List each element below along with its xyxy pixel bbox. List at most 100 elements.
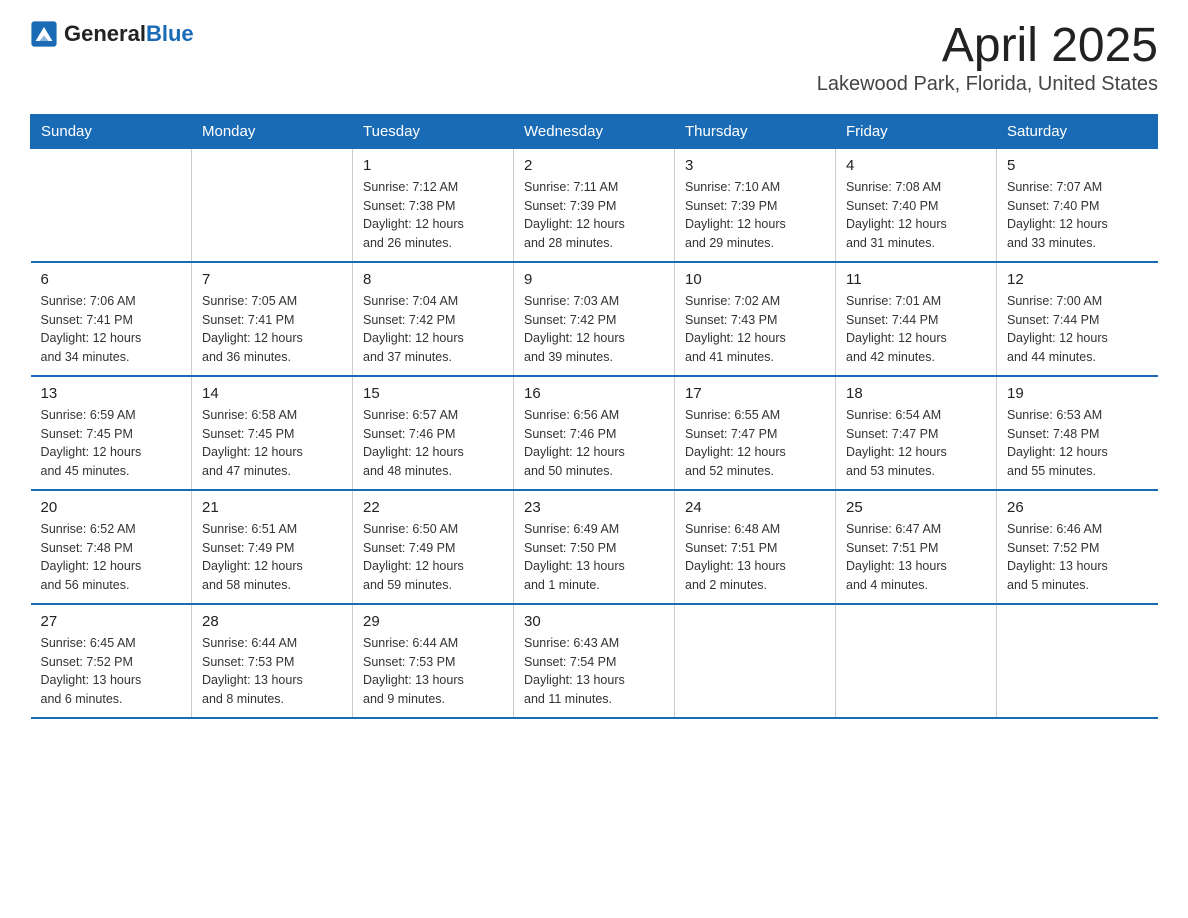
- calendar-cell: 29 Sunrise: 6:44 AM Sunset: 7:53 PM Dayli…: [353, 604, 514, 718]
- calendar-cell: 4 Sunrise: 7:08 AM Sunset: 7:40 PM Daylig…: [836, 148, 997, 262]
- calendar-cell: [31, 148, 192, 262]
- day-info: Sunrise: 6:46 AM Sunset: 7:52 PM Dayligh…: [1007, 520, 1148, 595]
- day-number: 11: [846, 271, 986, 288]
- day-number: 24: [685, 499, 825, 516]
- day-info: Sunrise: 6:52 AM Sunset: 7:48 PM Dayligh…: [41, 520, 182, 595]
- day-info: Sunrise: 6:58 AM Sunset: 7:45 PM Dayligh…: [202, 406, 342, 481]
- calendar-week-row: 6 Sunrise: 7:06 AM Sunset: 7:41 PM Daylig…: [31, 262, 1158, 376]
- day-number: 4: [846, 157, 986, 174]
- calendar-cell: 16Sunrise: 6:56 AM Sunset: 7:46 PM Dayli…: [514, 376, 675, 490]
- calendar-cell: 20 Sunrise: 6:52 AM Sunset: 7:48 PM Dayli…: [31, 490, 192, 604]
- calendar-cell: 17 Sunrise: 6:55 AM Sunset: 7:47 PM Dayli…: [675, 376, 836, 490]
- day-number: 9: [524, 271, 664, 288]
- day-number: 3: [685, 157, 825, 174]
- calendar-cell: 24 Sunrise: 6:48 AM Sunset: 7:51 PM Dayli…: [675, 490, 836, 604]
- calendar-week-row: 27Sunrise: 6:45 AM Sunset: 7:52 PM Dayli…: [31, 604, 1158, 718]
- day-info: Sunrise: 7:08 AM Sunset: 7:40 PM Dayligh…: [846, 178, 986, 253]
- calendar-cell: 27Sunrise: 6:45 AM Sunset: 7:52 PM Dayli…: [31, 604, 192, 718]
- page-title: April 2025: [817, 20, 1158, 73]
- weekday-header-friday: Friday: [836, 114, 997, 148]
- calendar-table: SundayMondayTuesdayWednesdayThursdayFrid…: [30, 114, 1158, 719]
- calendar-cell: 3 Sunrise: 7:10 AM Sunset: 7:39 PM Daylig…: [675, 148, 836, 262]
- calendar-cell: 9 Sunrise: 7:03 AM Sunset: 7:42 PM Daylig…: [514, 262, 675, 376]
- day-number: 26: [1007, 499, 1148, 516]
- calendar-cell: 26 Sunrise: 6:46 AM Sunset: 7:52 PM Dayli…: [997, 490, 1158, 604]
- day-info: Sunrise: 7:12 AM Sunset: 7:38 PM Dayligh…: [363, 178, 503, 253]
- day-number: 5: [1007, 157, 1148, 174]
- day-info: Sunrise: 6:47 AM Sunset: 7:51 PM Dayligh…: [846, 520, 986, 595]
- calendar-cell: 30Sunrise: 6:43 AM Sunset: 7:54 PM Dayli…: [514, 604, 675, 718]
- calendar-cell: [997, 604, 1158, 718]
- page-header: GeneralBlue April 2025 Lakewood Park, Fl…: [30, 20, 1158, 96]
- day-info: Sunrise: 7:06 AM Sunset: 7:41 PM Dayligh…: [41, 292, 182, 367]
- calendar-cell: 10Sunrise: 7:02 AM Sunset: 7:43 PM Dayli…: [675, 262, 836, 376]
- day-info: Sunrise: 6:44 AM Sunset: 7:53 PM Dayligh…: [202, 634, 342, 709]
- calendar-cell: 28 Sunrise: 6:44 AM Sunset: 7:53 PM Dayli…: [192, 604, 353, 718]
- calendar-cell: 11 Sunrise: 7:01 AM Sunset: 7:44 PM Dayli…: [836, 262, 997, 376]
- weekday-header-tuesday: Tuesday: [353, 114, 514, 148]
- day-number: 12: [1007, 271, 1148, 288]
- calendar-cell: 14 Sunrise: 6:58 AM Sunset: 7:45 PM Dayli…: [192, 376, 353, 490]
- calendar-cell: 23 Sunrise: 6:49 AM Sunset: 7:50 PM Dayli…: [514, 490, 675, 604]
- day-info: Sunrise: 6:44 AM Sunset: 7:53 PM Dayligh…: [363, 634, 503, 709]
- calendar-cell: [675, 604, 836, 718]
- day-number: 8: [363, 271, 503, 288]
- calendar-cell: 25Sunrise: 6:47 AM Sunset: 7:51 PM Dayli…: [836, 490, 997, 604]
- calendar-week-row: 20 Sunrise: 6:52 AM Sunset: 7:48 PM Dayli…: [31, 490, 1158, 604]
- day-info: Sunrise: 6:50 AM Sunset: 7:49 PM Dayligh…: [363, 520, 503, 595]
- day-info: Sunrise: 7:11 AM Sunset: 7:39 PM Dayligh…: [524, 178, 664, 253]
- calendar-cell: 12Sunrise: 7:00 AM Sunset: 7:44 PM Dayli…: [997, 262, 1158, 376]
- day-number: 6: [41, 271, 182, 288]
- day-number: 7: [202, 271, 342, 288]
- day-number: 14: [202, 385, 342, 402]
- day-number: 18: [846, 385, 986, 402]
- day-info: Sunrise: 7:10 AM Sunset: 7:39 PM Dayligh…: [685, 178, 825, 253]
- day-info: Sunrise: 6:57 AM Sunset: 7:46 PM Dayligh…: [363, 406, 503, 481]
- calendar-cell: 8 Sunrise: 7:04 AM Sunset: 7:42 PM Daylig…: [353, 262, 514, 376]
- day-info: Sunrise: 7:02 AM Sunset: 7:43 PM Dayligh…: [685, 292, 825, 367]
- day-number: 30: [524, 613, 664, 630]
- calendar-cell: [836, 604, 997, 718]
- logo-text-general: General: [64, 21, 146, 46]
- calendar-cell: 15 Sunrise: 6:57 AM Sunset: 7:46 PM Dayli…: [353, 376, 514, 490]
- day-number: 17: [685, 385, 825, 402]
- calendar-cell: 1 Sunrise: 7:12 AM Sunset: 7:38 PM Daylig…: [353, 148, 514, 262]
- day-info: Sunrise: 6:48 AM Sunset: 7:51 PM Dayligh…: [685, 520, 825, 595]
- calendar-cell: 21Sunrise: 6:51 AM Sunset: 7:49 PM Dayli…: [192, 490, 353, 604]
- calendar-cell: 13Sunrise: 6:59 AM Sunset: 7:45 PM Dayli…: [31, 376, 192, 490]
- calendar-cell: 7 Sunrise: 7:05 AM Sunset: 7:41 PM Daylig…: [192, 262, 353, 376]
- day-info: Sunrise: 6:49 AM Sunset: 7:50 PM Dayligh…: [524, 520, 664, 595]
- day-number: 19: [1007, 385, 1148, 402]
- day-number: 29: [363, 613, 503, 630]
- day-info: Sunrise: 7:07 AM Sunset: 7:40 PM Dayligh…: [1007, 178, 1148, 253]
- logo-icon: [30, 20, 58, 48]
- day-info: Sunrise: 6:59 AM Sunset: 7:45 PM Dayligh…: [41, 406, 182, 481]
- page-subtitle: Lakewood Park, Florida, United States: [817, 73, 1158, 96]
- calendar-cell: 2 Sunrise: 7:11 AM Sunset: 7:39 PM Daylig…: [514, 148, 675, 262]
- day-info: Sunrise: 6:53 AM Sunset: 7:48 PM Dayligh…: [1007, 406, 1148, 481]
- day-number: 28: [202, 613, 342, 630]
- weekday-header-saturday: Saturday: [997, 114, 1158, 148]
- day-info: Sunrise: 6:54 AM Sunset: 7:47 PM Dayligh…: [846, 406, 986, 481]
- day-info: Sunrise: 7:04 AM Sunset: 7:42 PM Dayligh…: [363, 292, 503, 367]
- day-number: 20: [41, 499, 182, 516]
- day-number: 1: [363, 157, 503, 174]
- weekday-header-monday: Monday: [192, 114, 353, 148]
- day-info: Sunrise: 7:05 AM Sunset: 7:41 PM Dayligh…: [202, 292, 342, 367]
- calendar-cell: 5 Sunrise: 7:07 AM Sunset: 7:40 PM Daylig…: [997, 148, 1158, 262]
- calendar-header-row: SundayMondayTuesdayWednesdayThursdayFrid…: [31, 114, 1158, 148]
- day-number: 21: [202, 499, 342, 516]
- day-info: Sunrise: 7:01 AM Sunset: 7:44 PM Dayligh…: [846, 292, 986, 367]
- title-block: April 2025 Lakewood Park, Florida, Unite…: [817, 20, 1158, 96]
- day-info: Sunrise: 6:55 AM Sunset: 7:47 PM Dayligh…: [685, 406, 825, 481]
- day-info: Sunrise: 6:45 AM Sunset: 7:52 PM Dayligh…: [41, 634, 182, 709]
- day-number: 16: [524, 385, 664, 402]
- day-number: 23: [524, 499, 664, 516]
- logo: GeneralBlue: [30, 20, 194, 48]
- day-info: Sunrise: 7:03 AM Sunset: 7:42 PM Dayligh…: [524, 292, 664, 367]
- calendar-cell: 18 Sunrise: 6:54 AM Sunset: 7:47 PM Dayli…: [836, 376, 997, 490]
- day-number: 15: [363, 385, 503, 402]
- day-number: 2: [524, 157, 664, 174]
- weekday-header-wednesday: Wednesday: [514, 114, 675, 148]
- calendar-cell: [192, 148, 353, 262]
